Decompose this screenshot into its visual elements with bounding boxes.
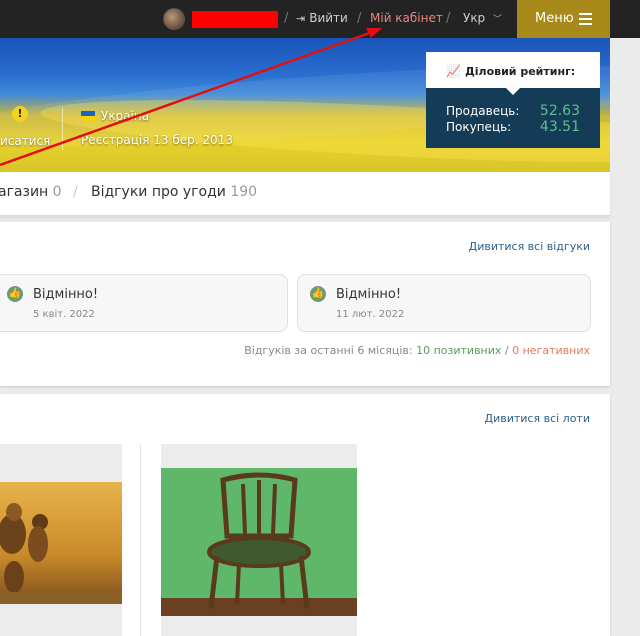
annotation-arrow-icon [0,28,382,167]
